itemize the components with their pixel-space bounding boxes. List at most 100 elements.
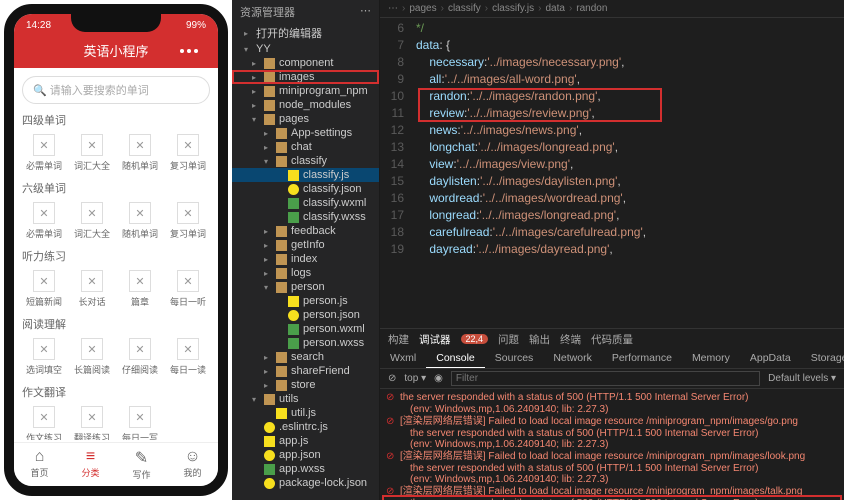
tree-item-classify.wxml[interactable]: classify.wxml (232, 196, 379, 210)
devtools-tab-wxml[interactable]: Wxml (380, 349, 426, 368)
explorer-more-icon[interactable]: ⋯ (360, 4, 371, 20)
tree-item-App-settings[interactable]: ▸App-settings (232, 126, 379, 140)
tree-item-classify.json[interactable]: classify.json (232, 182, 379, 196)
tree-item-person.js[interactable]: person.js (232, 294, 379, 308)
explorer-header: 资源管理器 ⋯ (232, 0, 379, 24)
grid-item[interactable]: ✕篇章 (118, 268, 162, 310)
search-input[interactable]: 🔍 请输入要搜索的单词 (22, 76, 210, 104)
grid-item[interactable]: ✕必需单词 (22, 200, 66, 242)
grid: ✕必需单词✕词汇大全✕随机单词✕复习单词 (22, 132, 210, 174)
grid-item[interactable]: ✕复习单词 (166, 132, 210, 174)
grid-item[interactable]: ✕随机单词 (118, 132, 162, 174)
eye-icon[interactable]: ◉ (434, 373, 443, 384)
tree-item-app.wxss[interactable]: app.wxss (232, 462, 379, 476)
grid: ✕作文练习✕翻译练习✕每日一写 (22, 404, 210, 440)
tree-item-app.json[interactable]: app.json (232, 448, 379, 462)
console-error[interactable]: [渲染层网络层错误] Failed to load local image re… (382, 485, 842, 498)
tree-item-classify.js[interactable]: classify.js (232, 168, 379, 182)
grid-item[interactable]: ✕仔细阅读 (118, 336, 162, 378)
tree-item-logs[interactable]: ▸logs (232, 266, 379, 280)
console-error[interactable]: [渲染层网络层错误] Failed to load local image re… (382, 450, 842, 463)
tree-item-util.js[interactable]: util.js (232, 406, 379, 420)
tree-item-pages[interactable]: ▾pages (232, 112, 379, 126)
project-root[interactable]: ▾YY (232, 42, 379, 56)
tabbar-item[interactable]: ☺我的 (167, 443, 218, 486)
grid-item[interactable]: ✕复习单词 (166, 200, 210, 242)
tree-item-component[interactable]: ▸component (232, 56, 379, 70)
context-dropdown[interactable]: top ▾ (404, 373, 426, 384)
bottom-tabs: 构建调试器22,4问题输出终端代码质量 (380, 329, 844, 349)
bottom-tab[interactable]: 调试器 (419, 332, 451, 347)
tree-item-utils[interactable]: ▾utils (232, 392, 379, 406)
tabbar: ⌂首页≡分类✎写作☺我的 (14, 442, 218, 486)
tree-item-store[interactable]: ▸store (232, 378, 379, 392)
grid-item[interactable]: ✕词汇大全 (70, 132, 114, 174)
tree-item-index[interactable]: ▸index (232, 252, 379, 266)
console-error[interactable]: the server responded with a status of 50… (382, 391, 842, 404)
devtools-tab-performance[interactable]: Performance (602, 349, 682, 368)
tree-item-person[interactable]: ▾person (232, 280, 379, 294)
bottom-panel: 构建调试器22,4问题输出终端代码质量 WxmlConsoleSourcesNe… (380, 328, 844, 500)
devtools-tab-network[interactable]: Network (543, 349, 602, 368)
tree-item-miniprogram_npm[interactable]: ▸miniprogram_npm (232, 84, 379, 98)
bottom-tab[interactable]: 终端 (560, 332, 581, 347)
simulator-panel: 14:28 99% 英语小程序 🔍 请输入要搜索的单词 四级单词✕必需单词✕词汇… (0, 0, 232, 500)
grid-item[interactable]: ✕作文练习 (22, 404, 66, 440)
tree-item-shareFriend[interactable]: ▸shareFriend (232, 364, 379, 378)
devtools-tab-storage[interactable]: Storage (801, 349, 844, 368)
tree-item-person.json[interactable]: person.json (232, 308, 379, 322)
clear-icon[interactable]: ⊘ (388, 373, 396, 384)
editor-area: ⋯ › pages › classify › classify.js › dat… (380, 0, 844, 500)
tree-item-package-lock.json[interactable]: package-lock.json (232, 476, 379, 490)
tree-item-person.wxml[interactable]: person.wxml (232, 322, 379, 336)
grid-item[interactable]: ✕必需单词 (22, 132, 66, 174)
tree-item-images[interactable]: ▸images (232, 70, 379, 84)
tree-item-.eslintrc.js[interactable]: .eslintrc.js (232, 420, 379, 434)
grid-item[interactable]: ✕随机单词 (118, 200, 162, 242)
grid-item[interactable]: ✕长篇阅读 (70, 336, 114, 378)
tree-item-node_modules[interactable]: ▸node_modules (232, 98, 379, 112)
tabbar-item[interactable]: ✎写作 (116, 443, 167, 486)
tree-item-classify.wxss[interactable]: classify.wxss (232, 210, 379, 224)
tree-item-search[interactable]: ▸search (232, 350, 379, 364)
grid-item[interactable]: ✕长对话 (70, 268, 114, 310)
devtools-tab-memory[interactable]: Memory (682, 349, 740, 368)
devtools-tab-sources[interactable]: Sources (485, 349, 544, 368)
section-title: 听力练习 (22, 248, 210, 264)
open-editors-section[interactable]: ▸打开的编辑器 (232, 24, 379, 42)
bottom-tab[interactable]: 输出 (529, 332, 550, 347)
console-toolbar: ⊘ top ▾ ◉ Default levels ▾ (380, 369, 844, 389)
tree-item-getInfo[interactable]: ▸getInfo (232, 238, 379, 252)
filter-input[interactable] (451, 371, 760, 386)
grid-item[interactable]: ✕翻译练习 (70, 404, 114, 440)
breadcrumb[interactable]: ⋯ › pages › classify › classify.js › dat… (380, 0, 844, 18)
capsule-menu[interactable] (180, 49, 198, 53)
grid-item[interactable]: ✕选词填空 (22, 336, 66, 378)
level-dropdown[interactable]: Default levels ▾ (768, 373, 836, 384)
section-title: 四级单词 (22, 112, 210, 128)
tree-item-app.js[interactable]: app.js (232, 434, 379, 448)
grid-item[interactable]: ✕每日一读 (166, 336, 210, 378)
phone-body: 🔍 请输入要搜索的单词 四级单词✕必需单词✕词汇大全✕随机单词✕复习单词六级单词… (14, 68, 218, 440)
status-time: 14:28 (26, 20, 51, 31)
tree-item-person.wxss[interactable]: person.wxss (232, 336, 379, 350)
grid-item[interactable] (166, 404, 210, 440)
code-editor[interactable]: 6*/7data: {8 necessary:'../images/necess… (380, 18, 844, 328)
devtools-tab-appdata[interactable]: AppData (740, 349, 801, 368)
explorer-panel: 资源管理器 ⋯ ▸打开的编辑器 ▾YY ▸component▸images▸mi… (232, 0, 380, 500)
console-output[interactable]: the server responded with a status of 50… (380, 389, 844, 500)
tree-item-classify[interactable]: ▾classify (232, 154, 379, 168)
grid-item[interactable]: ✕每日一听 (166, 268, 210, 310)
bottom-tab[interactable]: 问题 (498, 332, 519, 347)
grid-item[interactable]: ✕短篇新闻 (22, 268, 66, 310)
grid-item[interactable]: ✕词汇大全 (70, 200, 114, 242)
tree-item-feedback[interactable]: ▸feedback (232, 224, 379, 238)
tabbar-item[interactable]: ⌂首页 (14, 443, 65, 486)
tree-item-chat[interactable]: ▸chat (232, 140, 379, 154)
bottom-tab[interactable]: 构建 (388, 332, 409, 347)
bottom-tab[interactable]: 代码质量 (591, 332, 633, 347)
devtools-tab-console[interactable]: Console (426, 349, 485, 368)
grid-item[interactable]: ✕每日一写 (118, 404, 162, 440)
tabbar-item[interactable]: ≡分类 (65, 443, 116, 486)
console-error[interactable]: [渲染层网络层错误] Failed to load local image re… (382, 415, 842, 428)
